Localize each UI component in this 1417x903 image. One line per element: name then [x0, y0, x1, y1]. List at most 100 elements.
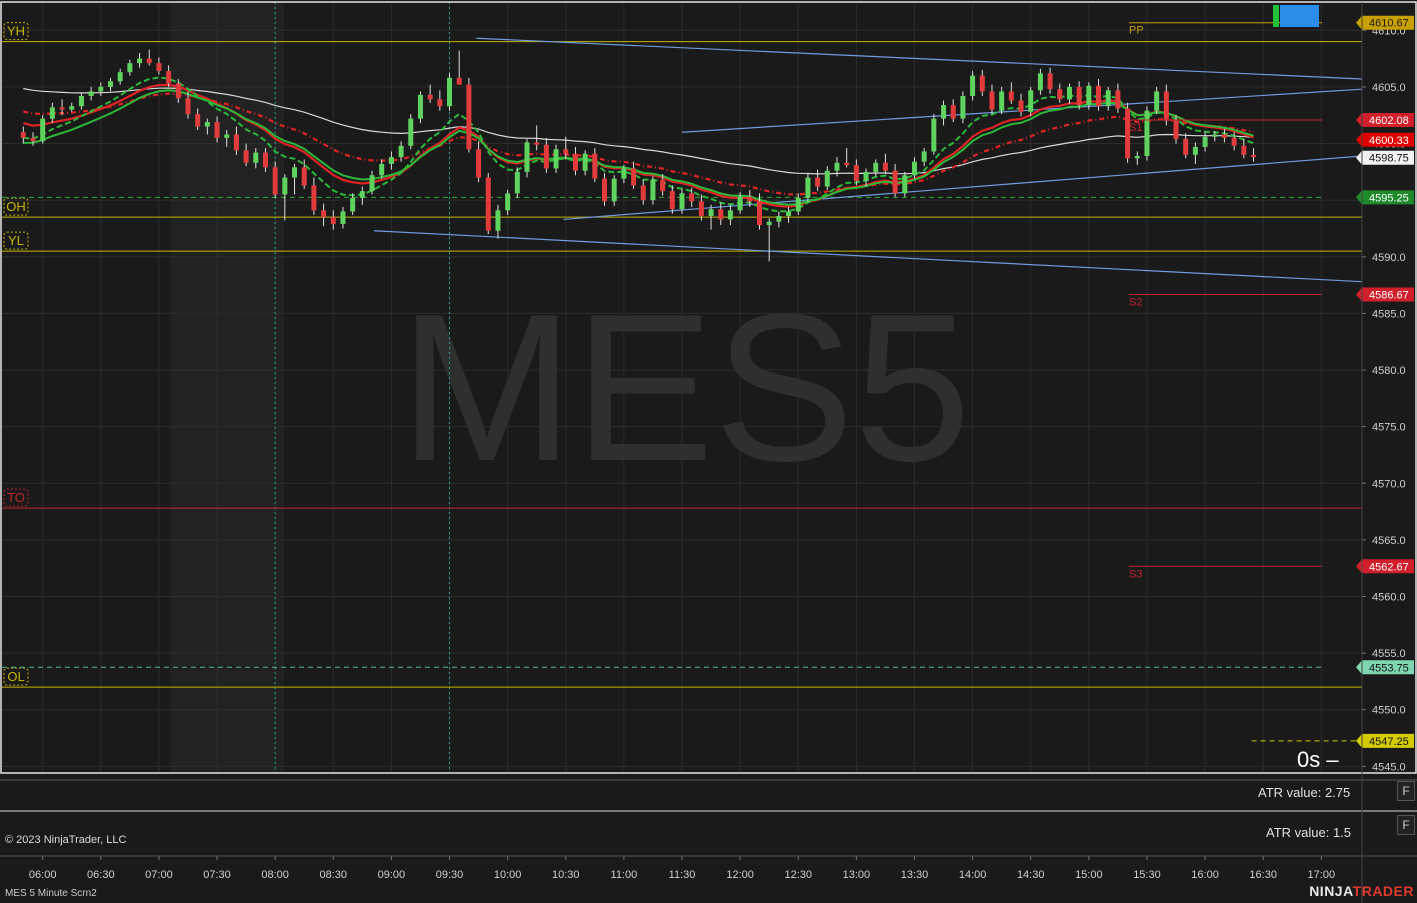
candle-body[interactable]	[882, 162, 888, 171]
candle-body[interactable]	[737, 196, 743, 211]
candle-body[interactable]	[1028, 90, 1034, 112]
candle-body[interactable]	[514, 171, 520, 194]
candle-body[interactable]	[1154, 91, 1160, 111]
candle-body[interactable]	[679, 193, 685, 210]
candle-body[interactable]	[1134, 156, 1140, 159]
candle-body[interactable]	[999, 91, 1005, 110]
candle-body[interactable]	[1008, 91, 1014, 101]
candle-body[interactable]	[941, 105, 947, 119]
candle-body[interactable]	[505, 193, 511, 211]
candle-body[interactable]	[815, 177, 821, 187]
candle-body[interactable]	[282, 177, 288, 195]
candle-body[interactable]	[417, 94, 423, 119]
candle-body[interactable]	[786, 211, 792, 217]
candle-body[interactable]	[1241, 145, 1247, 155]
candle-body[interactable]	[1096, 85, 1102, 107]
candle-body[interactable]	[553, 149, 559, 169]
candle-body[interactable]	[1115, 90, 1121, 109]
candle-body[interactable]	[388, 157, 394, 164]
candle-body[interactable]	[88, 91, 94, 96]
candle-body[interactable]	[1173, 120, 1179, 140]
candle-body[interactable]	[621, 168, 627, 179]
candle-body[interactable]	[127, 63, 133, 73]
candle-body[interactable]	[582, 153, 588, 171]
candle-body[interactable]	[1202, 136, 1208, 147]
candle-body[interactable]	[950, 105, 956, 119]
candle-body[interactable]	[292, 167, 298, 178]
candle-body[interactable]	[243, 150, 249, 163]
candle-body[interactable]	[359, 191, 365, 198]
candle-body[interactable]	[340, 211, 346, 224]
price-chart[interactable]: MES5 YH OH YL TO OL PP S1 S2 S3 4545.0 4550.0 455…	[0, 0, 1417, 903]
candle-body[interactable]	[495, 210, 501, 231]
candle-body[interactable]	[534, 142, 540, 145]
candle-body[interactable]	[979, 75, 985, 92]
candle-body[interactable]	[476, 149, 482, 178]
candle-body[interactable]	[185, 98, 191, 115]
candle-body[interactable]	[921, 151, 927, 162]
candle-body[interactable]	[524, 142, 530, 172]
candle-body[interactable]	[330, 217, 336, 224]
candle-body[interactable]	[427, 94, 433, 100]
candle-body[interactable]	[1183, 139, 1189, 155]
candle-body[interactable]	[1047, 73, 1053, 90]
candle-body[interactable]	[1192, 146, 1198, 155]
candle-body[interactable]	[989, 91, 995, 110]
candle-body[interactable]	[408, 118, 414, 146]
candle-body[interactable]	[756, 201, 762, 226]
candle-body[interactable]	[49, 107, 55, 119]
candle-body[interactable]	[233, 134, 239, 151]
candle-body[interactable]	[311, 185, 317, 211]
candle-body[interactable]	[1231, 137, 1237, 146]
candle-body[interactable]	[650, 179, 656, 201]
candle-body[interactable]	[863, 171, 869, 181]
candle-body[interactable]	[166, 71, 172, 84]
candle-body[interactable]	[447, 77, 453, 107]
candle-body[interactable]	[1163, 91, 1169, 121]
atr-panel-1-button[interactable]: F	[1397, 781, 1415, 801]
candle-body[interactable]	[40, 118, 46, 142]
candle-body[interactable]	[931, 118, 937, 152]
candle-body[interactable]	[970, 75, 976, 96]
candle-body[interactable]	[1057, 89, 1063, 100]
candle-body[interactable]	[1144, 110, 1150, 156]
candle-body[interactable]	[902, 175, 908, 194]
atr-panel-2-button[interactable]: F	[1397, 815, 1415, 835]
candle-body[interactable]	[350, 197, 356, 212]
candle-body[interactable]	[195, 114, 201, 127]
candle-body[interactable]	[1076, 86, 1082, 106]
candle-body[interactable]	[1212, 134, 1218, 137]
candle-body[interactable]	[321, 210, 327, 218]
candle-body[interactable]	[214, 122, 220, 138]
candle-body[interactable]	[98, 86, 104, 92]
candle-body[interactable]	[59, 107, 65, 110]
candle-body[interactable]	[708, 209, 714, 217]
candle-body[interactable]	[301, 167, 307, 186]
candle-body[interactable]	[776, 216, 782, 222]
candle-body[interactable]	[78, 95, 84, 107]
candle-body[interactable]	[611, 178, 617, 202]
candle-body[interactable]	[747, 196, 753, 202]
candle-body[interactable]	[1221, 134, 1227, 138]
candle-body[interactable]	[1018, 100, 1024, 112]
candle-body[interactable]	[30, 137, 36, 142]
candle-body[interactable]	[485, 177, 491, 231]
candle-body[interactable]	[795, 197, 801, 212]
candle-body[interactable]	[631, 168, 637, 186]
candle-body[interactable]	[379, 163, 385, 176]
candle-body[interactable]	[592, 153, 598, 179]
candle-body[interactable]	[456, 77, 462, 85]
candle-body[interactable]	[466, 84, 472, 150]
candle-body[interactable]	[844, 162, 850, 166]
candle-body[interactable]	[660, 179, 666, 192]
candle-body[interactable]	[669, 191, 675, 210]
candle-body[interactable]	[805, 177, 811, 198]
candle-body[interactable]	[253, 152, 259, 163]
candle-body[interactable]	[766, 221, 772, 226]
candle-body[interactable]	[873, 162, 879, 172]
candle-body[interactable]	[824, 170, 830, 187]
candle-body[interactable]	[853, 165, 859, 181]
candle-body[interactable]	[224, 134, 230, 138]
candle-body[interactable]	[1037, 73, 1043, 91]
candle-body[interactable]	[718, 209, 724, 220]
